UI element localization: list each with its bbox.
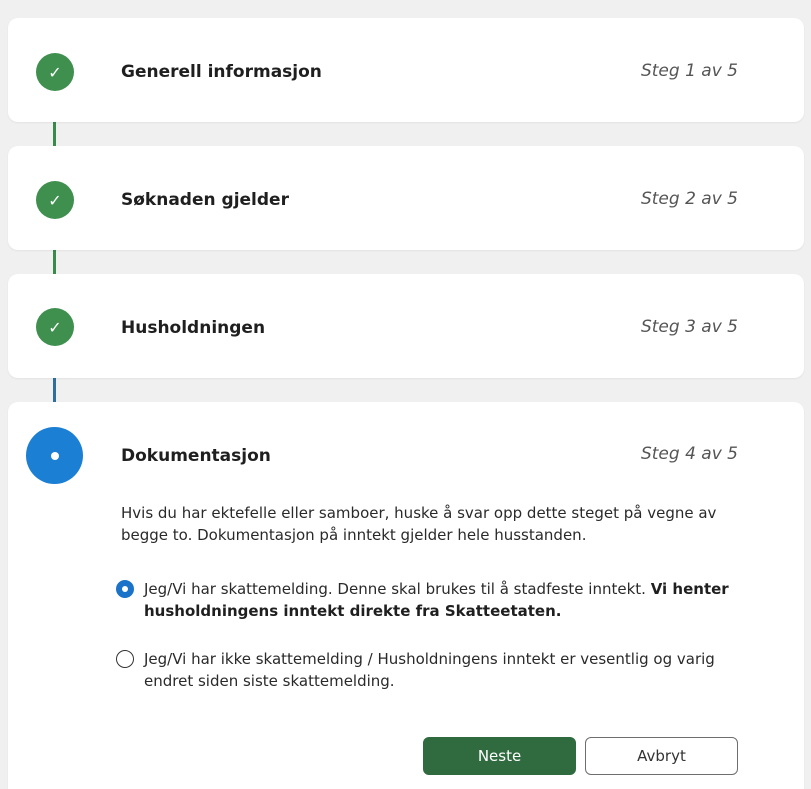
step-title: Dokumentasjon [121,446,271,466]
radio-button-unselected[interactable] [116,650,134,668]
next-button[interactable]: Neste [423,737,576,775]
check-icon: ✓ [36,181,74,219]
step-counter: Steg 4 av 5 [640,444,738,464]
step-card-2[interactable]: Søknaden gjelder Steg 2 av 5 [8,146,804,250]
step-title: Søknaden gjelder [121,190,289,210]
step-card-3[interactable]: Husholdningen Steg 3 av 5 [8,274,804,378]
check-icon: ✓ [36,308,74,346]
step-counter: Steg 1 av 5 [640,61,738,81]
radio-label: Jeg/Vi har skattemelding. Denne skal bru… [144,580,729,620]
step-title: Generell informasjon [121,62,322,82]
radio-button-selected[interactable] [116,580,134,598]
step-counter: Steg 2 av 5 [640,189,738,209]
step-intro-text: Hvis du har ektefelle eller samboer, hus… [121,504,717,544]
radio-option-has-tax-return[interactable]: Jeg/Vi har skattemelding. Denne skal bru… [116,578,766,622]
step-counter: Steg 3 av 5 [640,317,738,337]
step-card-4-active: Dokumentasjon Steg 4 av 5 Hvis du har ek… [8,402,804,789]
check-icon: ✓ [36,53,74,91]
radio-option-no-tax-return[interactable]: Jeg/Vi har ikke skattemelding / Husholdn… [116,648,766,692]
active-step-dot-icon [26,427,83,484]
dot-icon [50,451,59,460]
step-title: Husholdningen [121,318,266,338]
step-card-1[interactable]: Generell informasjon Steg 1 av 5 [8,18,804,122]
cancel-button[interactable]: Avbryt [585,737,738,775]
radio-label: Jeg/Vi har ikke skattemelding / Husholdn… [144,650,715,690]
stepper-page: Generell informasjon Steg 1 av 5 Søknade… [0,0,811,789]
